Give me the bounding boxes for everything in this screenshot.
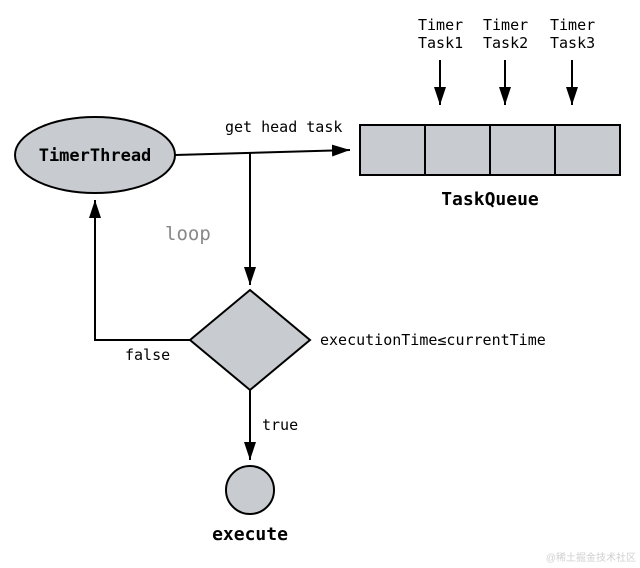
get-head-task-label: get head task	[225, 118, 342, 136]
timer-task-2: Timer Task2	[483, 16, 528, 105]
false-label: false	[125, 346, 170, 364]
timer-thread-label: TimerThread	[39, 146, 152, 166]
watermark: @稀土掘金技术社区	[546, 549, 636, 564]
decision-diamond: executionTime≤currentTime	[190, 290, 546, 390]
true-label: true	[262, 416, 298, 434]
timer-task-3-l2: Task3	[550, 34, 595, 52]
execute-label: execute	[212, 524, 288, 545]
condition-label: executionTime≤currentTime	[320, 331, 546, 349]
timer-task-2-l2: Task2	[483, 34, 528, 52]
task-queue-label: TaskQueue	[441, 189, 539, 210]
timer-task-1: Timer Task1	[418, 16, 463, 105]
timer-task-3-l1: Timer	[550, 16, 595, 34]
execute-node: execute	[212, 466, 288, 545]
edge-get-head-task: get head task	[175, 118, 350, 155]
loop-label: loop	[165, 223, 211, 245]
timer-task-1-l1: Timer	[418, 16, 463, 34]
timer-task-1-l2: Task1	[418, 34, 463, 52]
timer-task-2-l1: Timer	[483, 16, 528, 34]
edge-true: true	[250, 390, 298, 460]
timer-thread: TimerThread	[15, 117, 175, 193]
timer-task-3: Timer Task3	[550, 16, 595, 105]
task-queue: TaskQueue	[360, 125, 620, 210]
